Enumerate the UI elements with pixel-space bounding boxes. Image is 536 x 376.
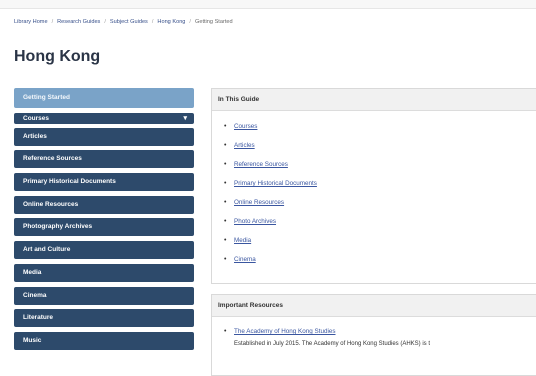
breadcrumb-current: Getting Started	[194, 19, 233, 25]
guide-link-articles[interactable]: Articles	[234, 142, 255, 149]
guide-link-reference-sources[interactable]: Reference Sources	[234, 161, 288, 168]
bullet-icon: •	[224, 199, 227, 206]
guide-link-courses[interactable]: Courses	[234, 123, 257, 130]
list-item: • Reference Sources	[212, 160, 536, 179]
list-item: • Cinema	[212, 255, 536, 274]
list-item: • Courses	[212, 122, 536, 141]
breadcrumb-research-guides[interactable]: Research Guides	[57, 19, 100, 25]
bullet-icon: •	[224, 161, 227, 168]
sidebar-item-courses[interactable]: Courses ▾	[14, 112, 194, 124]
bullet-icon: •	[224, 256, 227, 263]
sidebar-item-articles[interactable]: Articles	[14, 127, 194, 146]
bullet-icon: •	[224, 237, 227, 244]
guide-link-online-resources[interactable]: Online Resources	[234, 199, 284, 206]
resource-description: Established in July 2015. The Academy of…	[234, 341, 430, 347]
sidebar-item-cinema[interactable]: Cinema	[14, 286, 194, 305]
sidebar-item-literature[interactable]: Literature	[14, 309, 194, 328]
sidebar-item-getting-started[interactable]: Getting Started	[14, 88, 194, 108]
breadcrumb-subject-guides[interactable]: Subject Guides	[110, 19, 148, 25]
in-this-guide-panel: In This Guide • Courses • Articles • Refere…	[211, 88, 536, 284]
sidebar-item-label: Primary Historical Documents	[23, 178, 116, 186]
breadcrumb-separator: /	[51, 19, 54, 25]
sidebar-item-label: Courses	[23, 114, 50, 122]
bullet-icon: •	[224, 328, 227, 335]
sidebar-item-art-and-culture[interactable]: Art and Culture	[14, 241, 194, 260]
sidebar-item-label: Art and Culture	[23, 246, 71, 254]
bullet-icon: •	[224, 123, 227, 130]
breadcrumb-separator: /	[104, 19, 106, 25]
guide-link-list: • Courses • Articles • Reference Sources • P…	[212, 111, 536, 274]
breadcrumb: Library Home / Research Guides / Subject Gui…	[14, 19, 233, 25]
sidebar-item-label: Media	[23, 268, 42, 276]
sidebar-item-photography-archives[interactable]: Photography Archives	[14, 218, 194, 237]
list-item: • The Academy of Hong Kong Studies Estab…	[212, 327, 536, 349]
resource-link-academy-of-hong-kong-studies[interactable]: The Academy of Hong Kong Studies	[234, 328, 336, 335]
resources-list: • The Academy of Hong Kong Studies Estab…	[212, 317, 536, 349]
bullet-icon: •	[224, 180, 227, 187]
breadcrumb-separator: /	[151, 19, 154, 25]
sidebar-item-label: Music	[23, 336, 42, 344]
list-item: • Photo Archives	[212, 217, 536, 236]
list-item: • Articles	[212, 141, 536, 160]
sidebar-item-label: Online Resources	[23, 200, 79, 208]
list-item: • Primary Historical Documents	[212, 179, 536, 198]
guide-link-primary-historical-documents[interactable]: Primary Historical Documents	[234, 180, 317, 187]
guide-link-cinema[interactable]: Cinema	[234, 256, 256, 263]
top-bar	[0, 0, 536, 9]
sidebar-item-label: Cinema	[23, 291, 47, 299]
panel-heading: In This Guide	[212, 89, 536, 111]
bullet-icon: •	[224, 218, 227, 225]
guide-link-media[interactable]: Media	[234, 237, 251, 244]
bullet-icon: •	[224, 142, 227, 149]
sidebar-item-online-resources[interactable]: Online Resources	[14, 195, 194, 214]
sidebar-item-reference-sources[interactable]: Reference Sources	[14, 150, 194, 169]
breadcrumb-hong-kong[interactable]: Hong Kong	[157, 19, 185, 25]
breadcrumb-separator: /	[189, 19, 191, 25]
sidebar-item-label: Literature	[23, 314, 53, 322]
chevron-down-icon[interactable]: ▾	[183, 113, 187, 124]
page-title: Hong Kong	[14, 48, 101, 65]
sidebar-item-music[interactable]: Music	[14, 331, 194, 350]
sidebar-item-label: Getting Started	[23, 94, 70, 101]
sidebar-item-media[interactable]: Media	[14, 263, 194, 282]
sidebar-item-primary-historical-documents[interactable]: Primary Historical Documents	[14, 173, 194, 192]
sidebar-nav: Getting Started Courses ▾ Articles Refere…	[14, 88, 194, 355]
list-item: • Online Resources	[212, 198, 536, 217]
sidebar-item-label: Photography Archives	[23, 223, 93, 231]
guide-link-photo-archives[interactable]: Photo Archives	[234, 218, 276, 225]
list-item: • Media	[212, 236, 536, 255]
sidebar-item-label: Reference Sources	[23, 155, 82, 163]
panel-heading: Important Resources	[212, 295, 536, 317]
breadcrumb-library-home[interactable]: Library Home	[14, 19, 48, 25]
important-resources-panel: Important Resources • The Academy of Hon…	[211, 294, 536, 376]
sidebar-item-label: Articles	[23, 132, 47, 140]
